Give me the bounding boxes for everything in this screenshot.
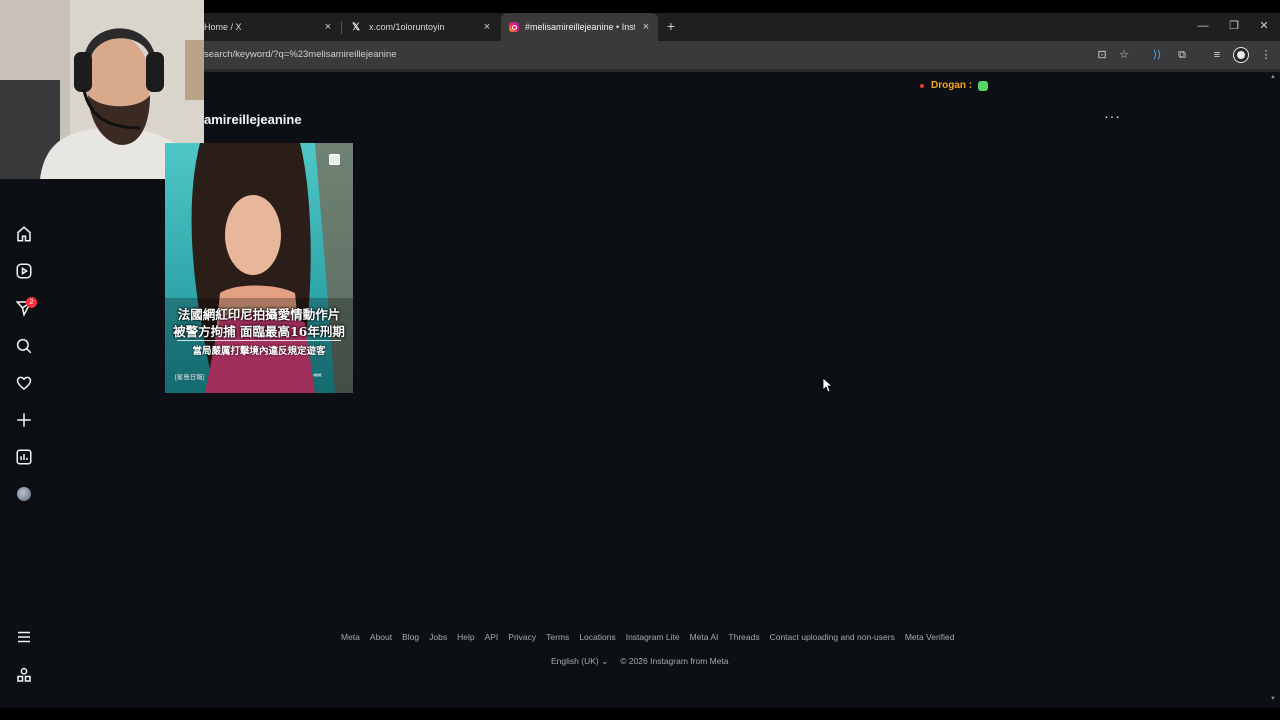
post-subcaption: 當局嚴厲打擊境內違反規定遊客 [192,346,326,357]
dashboard-icon[interactable] [15,448,33,466]
new-tab-button[interactable]: + [664,18,678,34]
chat-username: Drogan : [931,80,973,91]
footer-link[interactable]: Threads [728,632,759,642]
footer-link[interactable]: Instagram Lite [626,632,680,642]
scroll-down-icon[interactable]: ▼ [1270,696,1276,702]
footer-link[interactable]: Privacy [508,632,536,642]
footer-link[interactable]: Locations [579,632,615,642]
minimize-button[interactable]: — [1195,18,1211,34]
post-thumbnail[interactable]: 法國網紅印尼拍攝愛情動作片 被警方拘捕 面臨最高16年刑期 當局嚴厲打擊境內違反… [165,143,353,393]
live-dot-icon [920,83,924,88]
footer-link[interactable]: Meta AI [690,632,719,642]
home-icon[interactable] [15,225,33,243]
caption-divider [177,340,341,341]
copyright: © 2026 Instagram from Meta [620,656,729,666]
footer-link[interactable]: About [370,632,392,642]
tab-label: Home / X [204,22,242,32]
mouse-cursor-icon [822,377,832,393]
instagram-favicon-icon [509,22,519,32]
profile-avatar[interactable] [17,487,31,501]
create-icon[interactable] [15,411,33,429]
tab-label: x.com/1oloruntoyin [369,22,445,32]
tab-instagram[interactable]: #melisamireillejeanine • Instagram × [501,13,658,41]
search-icon[interactable] [15,337,33,355]
footer-bottom: English (UK) ⌄ © 2026 Instagram from Met… [551,656,729,667]
browser-profile-icon[interactable] [1234,48,1248,62]
media-queue-icon[interactable]: ≡ [1210,48,1224,62]
language-label: English (UK) [551,656,599,666]
bookmark-star-icon[interactable]: ☆ [1117,48,1131,62]
browser-menu-icon[interactable]: ⋮ [1259,48,1273,62]
footer-link[interactable]: Help [457,632,474,642]
scrollbar[interactable] [1268,72,1280,708]
heart-icon[interactable] [15,374,33,392]
footer-link[interactable]: Meta [341,632,360,642]
post-caption-line: 被警方拘捕 面臨最高16年刑期 [173,324,345,339]
close-window-button[interactable]: ✕ [1256,18,1272,34]
tab-close-icon[interactable]: × [481,20,493,34]
chevron-down-icon: ⌄ [601,656,609,666]
more-options-button[interactable]: ··· [1104,108,1121,124]
tab-separator [341,21,342,34]
menu-icon[interactable] [15,628,33,646]
screen: Home / X × 𝕏 x.com/1oloruntoyin × #melis… [0,0,1280,720]
url-field[interactable]: search/keyword/?q=%23melisamireillejeani… [204,49,396,60]
scroll-up-icon[interactable]: ▲ [1270,74,1276,80]
swipe-arrows-icon: ‹‹‹‹‹‹ [313,372,322,379]
tab-label: #melisamireillejeanine • Instagram [525,22,635,32]
bottom-strip [0,708,1280,720]
tab-close-icon[interactable]: × [322,20,334,34]
footer-link[interactable]: Terms [546,632,569,642]
x-favicon-icon: 𝕏 [352,21,361,33]
install-app-icon[interactable]: ⊡ [1095,48,1109,62]
stream-chat-label: Drogan : [920,80,989,91]
extensions-puzzle-icon[interactable]: ⧉ [1175,48,1189,62]
footer-link[interactable]: Blog [402,632,419,642]
tab-close-icon[interactable]: × [640,20,652,34]
footer-link[interactable]: Meta Verified [905,632,955,642]
tab-home-x[interactable]: Home / X × [196,13,340,41]
extension-wave-icon[interactable]: ⟩⟩ [1150,48,1164,62]
footer-link[interactable]: Contact uploading and non-users [770,632,895,642]
reels-icon[interactable] [15,262,33,280]
more-apps-icon[interactable] [15,666,33,684]
language-select[interactable]: English (UK) ⌄ [551,656,608,667]
carousel-icon [329,154,340,165]
footer-link[interactable]: Jobs [429,632,447,642]
chat-bubble-icon [978,80,989,91]
tab-x-profile[interactable]: 𝕏 x.com/1oloruntoyin × [344,13,499,41]
hashtag-title: amireillejeanine [204,112,302,127]
notification-badge: 2 [26,297,37,308]
footer-links: Meta About Blog Jobs Help API Privacy Te… [341,632,954,642]
restore-button[interactable]: ❐ [1226,18,1242,34]
footer-link[interactable]: API [485,632,499,642]
post-source-label: [星島日報] [175,374,205,381]
